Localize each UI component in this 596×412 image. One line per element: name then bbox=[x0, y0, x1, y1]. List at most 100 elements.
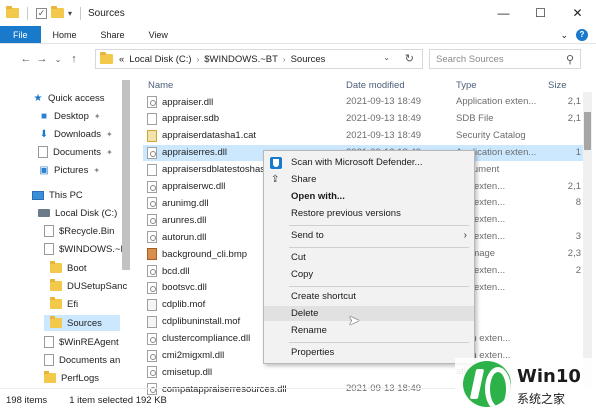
file-name: arunres.dll bbox=[162, 214, 207, 226]
nav-recycle-bin[interactable]: $Recycle.Bin bbox=[44, 223, 114, 239]
nav-label: Documents an bbox=[59, 354, 121, 366]
chevron-down-icon[interactable]: ⌄ bbox=[383, 53, 390, 62]
nav-label: This PC bbox=[49, 189, 83, 201]
file-name: bootsvc.dll bbox=[162, 282, 207, 294]
table-row[interactable]: appraiser.sdb 2021-09-13 18:49 SDB File 2,1 bbox=[143, 111, 583, 127]
recent-locations-icon[interactable]: ⌄ bbox=[50, 55, 66, 64]
file-name: cdplib.mof bbox=[162, 299, 206, 311]
chevron-right-icon[interactable]: › bbox=[283, 55, 286, 64]
folder-icon bbox=[6, 6, 19, 18]
documents-icon bbox=[38, 146, 48, 158]
nav-desktop[interactable]: ■ Desktop ✦ bbox=[38, 108, 101, 124]
chevron-right-icon[interactable]: › bbox=[197, 55, 200, 64]
new-folder-icon[interactable] bbox=[51, 6, 64, 18]
file-date: 2021-09-13 18:49 bbox=[346, 112, 422, 124]
nav-downloads[interactable]: ⬇ Downloads ✦ bbox=[38, 126, 113, 142]
nav-documents-and[interactable]: Documents an bbox=[44, 352, 120, 368]
menu-restore-versions[interactable]: Restore previous versions bbox=[264, 206, 474, 221]
address-bar[interactable]: « Local Disk (C:) › $WINDOWS.~BT › Sourc… bbox=[95, 49, 423, 69]
folder-icon bbox=[50, 316, 62, 328]
nav-boot[interactable]: Boot bbox=[50, 260, 87, 276]
menu-scan-defender[interactable]: Scan with Microsoft Defender... bbox=[264, 155, 474, 170]
menu-open-with[interactable]: Open with... bbox=[264, 189, 474, 204]
file-name: arunimg.dll bbox=[162, 197, 209, 209]
menu-share[interactable]: ⇪ Share bbox=[264, 172, 474, 187]
refresh-icon[interactable]: ↻ bbox=[405, 52, 414, 65]
breadcrumb-windows-bt[interactable]: $WINDOWS.~BT bbox=[204, 54, 278, 65]
nav-sources[interactable]: Sources bbox=[44, 315, 120, 331]
menu-rename[interactable]: Rename bbox=[264, 323, 474, 338]
mouse-cursor-icon: ➤ bbox=[348, 312, 360, 328]
expand-ribbon-icon[interactable]: ⌄ bbox=[560, 30, 568, 41]
menu-cut[interactable]: Cut bbox=[264, 250, 474, 265]
column-header-type[interactable]: Type bbox=[456, 80, 477, 94]
window-title: Sources bbox=[88, 7, 125, 19]
title-bar: ✓ ▾ Sources — ☐ ✕ bbox=[0, 0, 596, 26]
folder-icon bbox=[44, 225, 54, 237]
file-icon bbox=[147, 146, 157, 159]
file-icon bbox=[147, 332, 157, 345]
nav-winreagent[interactable]: $WinREAgent bbox=[44, 334, 119, 350]
desktop-icon: ■ bbox=[40, 110, 48, 122]
breadcrumb-overflow[interactable]: « bbox=[119, 54, 124, 65]
table-row[interactable]: appraiserdatasha1.cat 2021-09-13 18:49 Sec… bbox=[143, 128, 583, 144]
search-input[interactable]: Search Sources ⚲ bbox=[429, 49, 581, 69]
folder-icon bbox=[50, 297, 62, 309]
help-icon[interactable]: ? bbox=[576, 29, 588, 41]
file-name: appraiserwc.dll bbox=[162, 181, 226, 192]
tab-view[interactable]: View bbox=[137, 26, 180, 43]
properties-icon[interactable]: ✓ bbox=[36, 7, 47, 19]
nav-label: Quick access bbox=[48, 92, 105, 104]
nav-local-disk[interactable]: Local Disk (C:) bbox=[38, 205, 117, 221]
column-header-date[interactable]: Date modified bbox=[346, 80, 405, 94]
menu-delete[interactable]: Delete bbox=[264, 306, 474, 321]
defender-shield-icon bbox=[270, 157, 282, 169]
column-header-size[interactable]: Size bbox=[548, 80, 566, 94]
nav-pictures[interactable]: ▣ Pictures ✦ bbox=[38, 162, 100, 178]
breadcrumb-local-disk[interactable]: Local Disk (C:) bbox=[129, 54, 191, 65]
column-header-name[interactable]: Name bbox=[148, 80, 173, 94]
minimize-button[interactable]: — bbox=[485, 0, 522, 26]
file-name: cdplibuninstall.mof bbox=[162, 316, 241, 328]
file-name-cell: appraiser.sdb bbox=[147, 112, 347, 125]
scrollbar-thumb[interactable] bbox=[584, 112, 591, 150]
divider bbox=[80, 6, 82, 20]
tab-file[interactable]: File bbox=[0, 26, 41, 43]
nav-quick-access[interactable]: ★ Quick access bbox=[32, 90, 105, 106]
tab-share[interactable]: Share bbox=[89, 26, 137, 43]
nav-documents[interactable]: Documents ✦ bbox=[38, 144, 113, 160]
up-arrow-icon[interactable]: ↑ bbox=[66, 53, 82, 65]
menu-label: Properties bbox=[291, 347, 335, 358]
menu-label: Copy bbox=[291, 269, 314, 280]
file-name-cell: appraiserdatasha1.cat bbox=[147, 129, 347, 142]
table-row[interactable]: appraiser.dll 2021-09-13 18:49 Application… bbox=[143, 94, 583, 110]
folder-icon bbox=[44, 371, 56, 383]
nav-efi[interactable]: Efi bbox=[50, 296, 78, 312]
nav-windows-bt[interactable]: $WINDOWS.~E bbox=[44, 241, 127, 257]
nav-perflogs[interactable]: PerfLogs bbox=[44, 370, 99, 386]
menu-properties[interactable]: Properties bbox=[264, 345, 474, 360]
pin-icon: ✦ bbox=[93, 165, 101, 175]
nav-label: DUSetupSanc bbox=[67, 280, 128, 292]
tab-home[interactable]: Home bbox=[41, 26, 89, 43]
menu-send-to[interactable]: Send to › bbox=[264, 228, 474, 243]
menu-create-shortcut[interactable]: Create shortcut bbox=[264, 289, 474, 304]
nav-this-pc[interactable]: This PC bbox=[32, 187, 83, 203]
folder-icon bbox=[100, 52, 113, 64]
divider bbox=[27, 6, 28, 20]
pc-icon bbox=[32, 190, 44, 200]
file-name: bcd.dll bbox=[162, 265, 190, 277]
back-arrow-icon[interactable]: ← bbox=[18, 53, 34, 65]
menu-label: Open with... bbox=[291, 191, 345, 202]
forward-arrow-icon[interactable]: → bbox=[34, 53, 50, 65]
menu-copy[interactable]: Copy bbox=[264, 267, 474, 282]
nav-dusetup[interactable]: DUSetupSanc bbox=[50, 278, 127, 294]
maximize-button[interactable]: ☐ bbox=[522, 0, 559, 26]
nav-label: Efi bbox=[67, 298, 79, 310]
customize-qa-icon[interactable]: ▾ bbox=[68, 9, 72, 18]
nav-label: PerfLogs bbox=[61, 372, 100, 384]
breadcrumb-sources[interactable]: Sources bbox=[291, 54, 326, 65]
file-type: Application exten... bbox=[456, 96, 537, 107]
close-button[interactable]: ✕ bbox=[559, 0, 596, 26]
nav-scrollbar[interactable] bbox=[122, 80, 130, 270]
